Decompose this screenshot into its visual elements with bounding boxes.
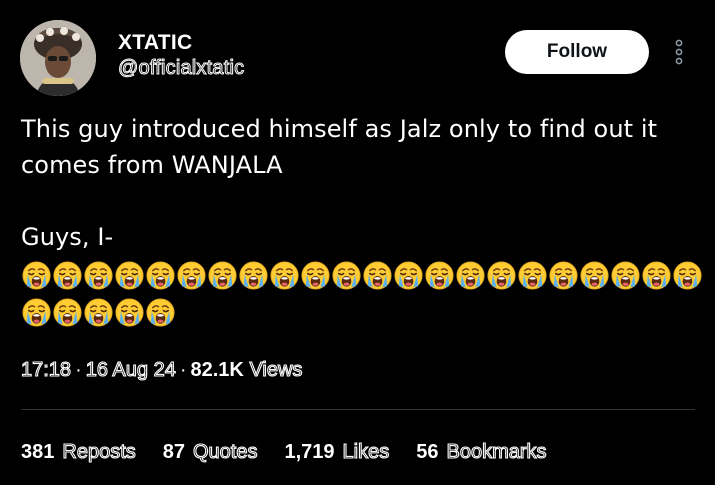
loudly-crying-face-icon: [146, 261, 175, 290]
more-options-button[interactable]: [668, 34, 690, 70]
tweet-line: [21, 183, 691, 219]
loudly-crying-face-icon: [53, 261, 82, 290]
reposts-label: Reposts: [62, 440, 136, 463]
loudly-crying-face-icon: [84, 261, 113, 290]
bookmarks-count: 56: [416, 441, 439, 463]
views-count: 82.1K: [190, 359, 244, 381]
loudly-crying-face-icon: [611, 261, 640, 290]
loudly-crying-face-icon: [301, 261, 330, 290]
loudly-crying-face-icon: [270, 261, 299, 290]
loudly-crying-face-icon: [642, 261, 671, 290]
loudly-crying-face-icon: [332, 261, 361, 290]
meta-separator: ·: [179, 359, 187, 381]
loudly-crying-face-icon: [177, 261, 206, 290]
engagement-stats: 381 Reposts 87 Quotes 1,719 Likes 56 Boo…: [21, 438, 547, 466]
loudly-crying-face-icon: [84, 298, 113, 327]
likes-count: 1,719: [284, 441, 335, 463]
bookmarks-stat[interactable]: 56 Bookmarks: [416, 438, 547, 466]
tweet-time[interactable]: 17:18: [20, 358, 71, 381]
tweet-line: This guy introduced himself as Jalz only…: [21, 115, 658, 143]
tweet-date[interactable]: 16 Aug 24: [85, 358, 176, 381]
author-names: XTATIC @officialxtatic: [117, 30, 244, 80]
reposts-stat[interactable]: 381 Reposts: [21, 438, 136, 466]
tweet-text: This guy introduced himself as Jalz only…: [21, 111, 691, 255]
loudly-crying-face-icon: [115, 298, 144, 327]
loudly-crying-face-icon: [146, 298, 175, 327]
tweet-line: comes from WANJALA: [21, 151, 283, 179]
views-label: Views: [249, 358, 303, 381]
loudly-crying-face-icon: [580, 261, 609, 290]
loudly-crying-face-icon: [22, 298, 51, 327]
loudly-crying-face-icon: [487, 261, 516, 290]
more-vertical-icon: [675, 39, 683, 65]
likes-label: Likes: [342, 440, 390, 463]
follow-button[interactable]: Follow: [505, 30, 649, 74]
loudly-crying-face-icon: [363, 261, 392, 290]
avatar[interactable]: [20, 20, 96, 96]
loudly-crying-face-icon: [239, 261, 268, 290]
quotes-stat[interactable]: 87 Quotes: [163, 438, 258, 466]
avatar-image: [20, 20, 96, 96]
loudly-crying-face-icon: [549, 261, 578, 290]
loudly-crying-face-icon: [673, 261, 702, 290]
bookmarks-label: Bookmarks: [446, 440, 547, 463]
quotes-count: 87: [162, 441, 185, 463]
loudly-crying-face-icon: [22, 261, 51, 290]
reposts-count: 381: [21, 441, 55, 463]
tweet-header: XTATIC @officialxtatic Follow: [20, 20, 695, 96]
loudly-crying-face-icon: [394, 261, 423, 290]
loudly-crying-face-icon: [425, 261, 454, 290]
author-display-name[interactable]: XTATIC: [118, 30, 244, 56]
loudly-crying-face-icon: [115, 261, 144, 290]
loudly-crying-face-icon: [53, 298, 82, 327]
quotes-label: Quotes: [192, 440, 258, 463]
emoji-row: [21, 297, 701, 331]
loudly-crying-face-icon: [208, 261, 237, 290]
emoji-row: [21, 260, 702, 294]
divider: [21, 409, 695, 410]
likes-stat[interactable]: 1,719 Likes: [284, 438, 389, 466]
author-handle[interactable]: @officialxtatic: [117, 56, 244, 80]
tweet-line: Guys, I-: [21, 223, 114, 251]
loudly-crying-face-icon: [518, 261, 547, 290]
loudly-crying-face-icon: [456, 261, 485, 290]
tweet-meta: 17:18 · 16 Aug 24 · 82.1K Views: [20, 356, 303, 384]
meta-separator: ·: [75, 359, 82, 381]
